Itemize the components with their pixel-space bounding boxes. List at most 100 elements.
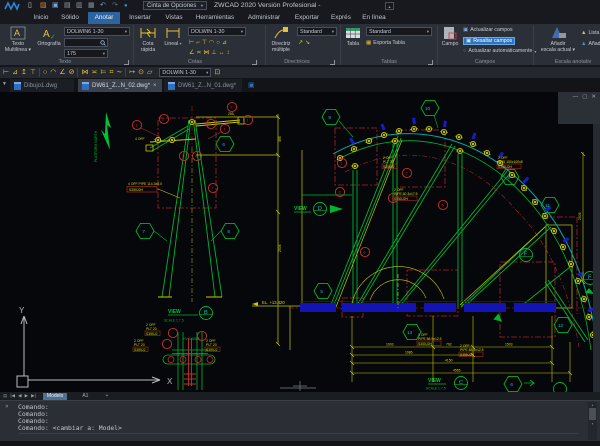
- doc-tab-dibujo1[interactable]: Dibujo1.dwg: [10, 79, 74, 92]
- save-as-icon[interactable]: ▤: [64, 0, 72, 12]
- doc-close-icon[interactable]: ✕: [591, 94, 596, 124]
- quick-dim-button[interactable]: Cota rápida: [136, 26, 160, 53]
- last-layout-icon[interactable]: ▶|: [31, 392, 36, 400]
- svg-text:PLT 30: PLT 30: [383, 160, 394, 164]
- toolbar-tool-icon[interactable]: ⊙: [138, 67, 144, 79]
- toolbar-tool-icon[interactable]: ∼: [116, 67, 122, 79]
- dim-tool-icon[interactable]: ↕: [227, 49, 230, 57]
- ribbon-mode-combo[interactable]: Cinta de Opciones ▾: [143, 1, 207, 10]
- add-layout-button[interactable]: +: [101, 393, 112, 400]
- text-height-combo[interactable]: 175▾: [64, 49, 108, 58]
- tab-solido[interactable]: Sólido: [56, 12, 84, 24]
- dim-tool-icon[interactable]: ○: [216, 39, 220, 47]
- dim-tool-icon[interactable]: ⊿: [222, 39, 227, 47]
- toolbar-tool-icon[interactable]: ◠: [50, 67, 56, 79]
- online-icon[interactable]: ●: [124, 0, 129, 12]
- toolbar-tool-icon[interactable]: ▱: [147, 67, 152, 79]
- tablas-dialog-launcher-icon[interactable]: [428, 60, 433, 65]
- doc-restore-icon[interactable]: ▢: [582, 94, 587, 124]
- open-file-icon[interactable]: ▨: [40, 0, 48, 12]
- new-file-icon[interactable]: ▯: [28, 0, 33, 12]
- toolbar-tool-icon[interactable]: ⊤: [30, 67, 36, 79]
- mtext-button[interactable]: A Texto Multilínea ▾: [3, 26, 33, 53]
- drawing-canvas[interactable]: PLATFORM NORTH: [0, 92, 600, 392]
- dim-tool-icon[interactable]: ↔: [219, 49, 225, 57]
- dim-tool-icon[interactable]: ⌐: [196, 39, 200, 47]
- dim-tool-icon[interactable]: ⊢: [189, 39, 194, 47]
- print-icon[interactable]: ▥: [76, 0, 84, 12]
- prev-layout-icon[interactable]: ◀: [18, 392, 22, 400]
- table-style-combo[interactable]: Standard▾: [366, 27, 432, 36]
- tab-herramientas[interactable]: Herramientas: [192, 12, 238, 24]
- texto-dialog-launcher-icon[interactable]: [124, 60, 129, 65]
- new-doc-tab-icon[interactable]: ▣: [248, 81, 255, 89]
- close-command-icon[interactable]: ×: [5, 403, 9, 410]
- dim-tool-icon[interactable]: ≍: [196, 49, 201, 57]
- drawing-scrollbar[interactable]: [593, 92, 600, 392]
- toolbar-tool-icon[interactable]: ⊘: [69, 67, 75, 79]
- tab-administrar[interactable]: Administrar: [242, 12, 286, 24]
- update-fields-button[interactable]: ▣ Actualizar campos: [463, 27, 513, 33]
- tab-expres[interactable]: Exprés: [327, 12, 355, 24]
- tab-anotar[interactable]: Anotar: [88, 12, 120, 24]
- command-panel[interactable]: × Comando: Comando: Comando: Comando: <c…: [0, 400, 600, 441]
- toolbar-tool-icon[interactable]: ⊢: [3, 67, 9, 79]
- layout-grid-icon[interactable]: ▤: [3, 392, 7, 400]
- field-button[interactable]: Campo: [440, 26, 460, 47]
- close-tab-icon[interactable]: ×: [153, 83, 157, 89]
- toolbar-tool-icon[interactable]: ○: [43, 67, 47, 79]
- mleader-tool-icon[interactable]: ↗: [298, 39, 303, 47]
- doc-tab-dw61-01[interactable]: DW61_Z...N_01.dwg*: [164, 79, 242, 92]
- scale-add-button[interactable]: ▲ Añadi: [581, 41, 600, 47]
- toolbar-dimstyle-combo[interactable]: DOLWIN 1-30▾: [159, 68, 211, 77]
- save-icon[interactable]: ▣: [52, 0, 60, 12]
- cotas-dialog-launcher-icon[interactable]: [252, 60, 257, 65]
- add-current-scale-button[interactable]: Añadir escala actual ▾: [538, 26, 578, 53]
- first-layout-icon[interactable]: |◀: [10, 392, 15, 400]
- tab-vistas[interactable]: Vistas: [160, 12, 188, 24]
- directrices-dialog-launcher-icon[interactable]: [330, 60, 335, 65]
- auto-update-button[interactable]: ○ Actualizar automáticamente ▾: [463, 48, 536, 54]
- undo-icon[interactable]: ↶: [100, 0, 107, 12]
- dim-tool-icon[interactable]: ◠: [209, 39, 214, 47]
- toolbar-tool-icon[interactable]: ∠: [59, 67, 65, 79]
- dim-style-combo[interactable]: DOLWIN 1-30▾: [188, 27, 246, 36]
- redo-icon[interactable]: ↷: [112, 0, 119, 12]
- spellcheck-button[interactable]: A ✓ Ortografía: [36, 26, 62, 47]
- tab-en-linea[interactable]: En línea: [358, 12, 390, 24]
- next-layout-icon[interactable]: ▶: [25, 392, 29, 400]
- tab-list-chevron-icon[interactable]: ▼: [2, 81, 7, 87]
- mleader-tool-icon[interactable]: ↘: [305, 39, 310, 47]
- toolbar-tool-icon[interactable]: ⌗: [109, 67, 113, 79]
- ribbon-collapse-icon[interactable]: ▴: [385, 2, 394, 10]
- toolbar-tool-icon[interactable]: ↦: [129, 67, 135, 79]
- scale-list-button[interactable]: ▲ Lista d: [581, 30, 600, 36]
- preview-icon[interactable]: ▦: [88, 0, 96, 12]
- linear-dim-button[interactable]: Lineal ▾: [162, 26, 184, 47]
- tab-insertar[interactable]: Insertar: [124, 12, 156, 24]
- toolbar-tool-icon[interactable]: ⋈: [81, 67, 88, 79]
- dim-tool-icon[interactable]: ∠: [189, 49, 194, 57]
- tab-modelo[interactable]: Modelo: [43, 393, 67, 400]
- doc-tab-dw61-02[interactable]: DW61_Z...N_02.dwg* ×: [78, 79, 162, 92]
- tab-exportar[interactable]: Exportar: [290, 12, 324, 24]
- highlight-fields-button[interactable]: ▣ Resaltar campos: [463, 37, 515, 45]
- table-button[interactable]: Tabla: [342, 26, 364, 47]
- toolbar-tool-icon[interactable]: ⊨: [100, 67, 106, 79]
- command-scrollbar[interactable]: ▴▾: [588, 402, 597, 440]
- dim-tool-icon[interactable]: ⊥: [211, 49, 216, 57]
- dim-tool-icon[interactable]: ⋈: [203, 49, 209, 57]
- export-table-button[interactable]: ▦ Exporta Tabla: [366, 40, 405, 46]
- text-search-input[interactable]: [64, 38, 108, 47]
- toolbar-tool-icon[interactable]: ⊿: [12, 67, 18, 79]
- mleader-style-combo[interactable]: Standard▾: [297, 27, 337, 36]
- tab-inicio[interactable]: Inicio: [28, 12, 54, 24]
- toolbar-tool-icon[interactable]: ⊡: [214, 67, 220, 79]
- toolbar-tool-icon[interactable]: ↥: [21, 67, 27, 79]
- dim-tool-icon[interactable]: ⊤: [202, 39, 207, 47]
- tab-a1[interactable]: A1: [78, 393, 92, 400]
- text-style-combo[interactable]: DOLWIN6 1-30▾: [64, 27, 130, 36]
- mleader-button[interactable]: Directriz múltiple: [267, 26, 295, 53]
- toolbar-tool-icon[interactable]: ≍: [91, 67, 97, 79]
- doc-minimize-icon[interactable]: —: [573, 94, 579, 124]
